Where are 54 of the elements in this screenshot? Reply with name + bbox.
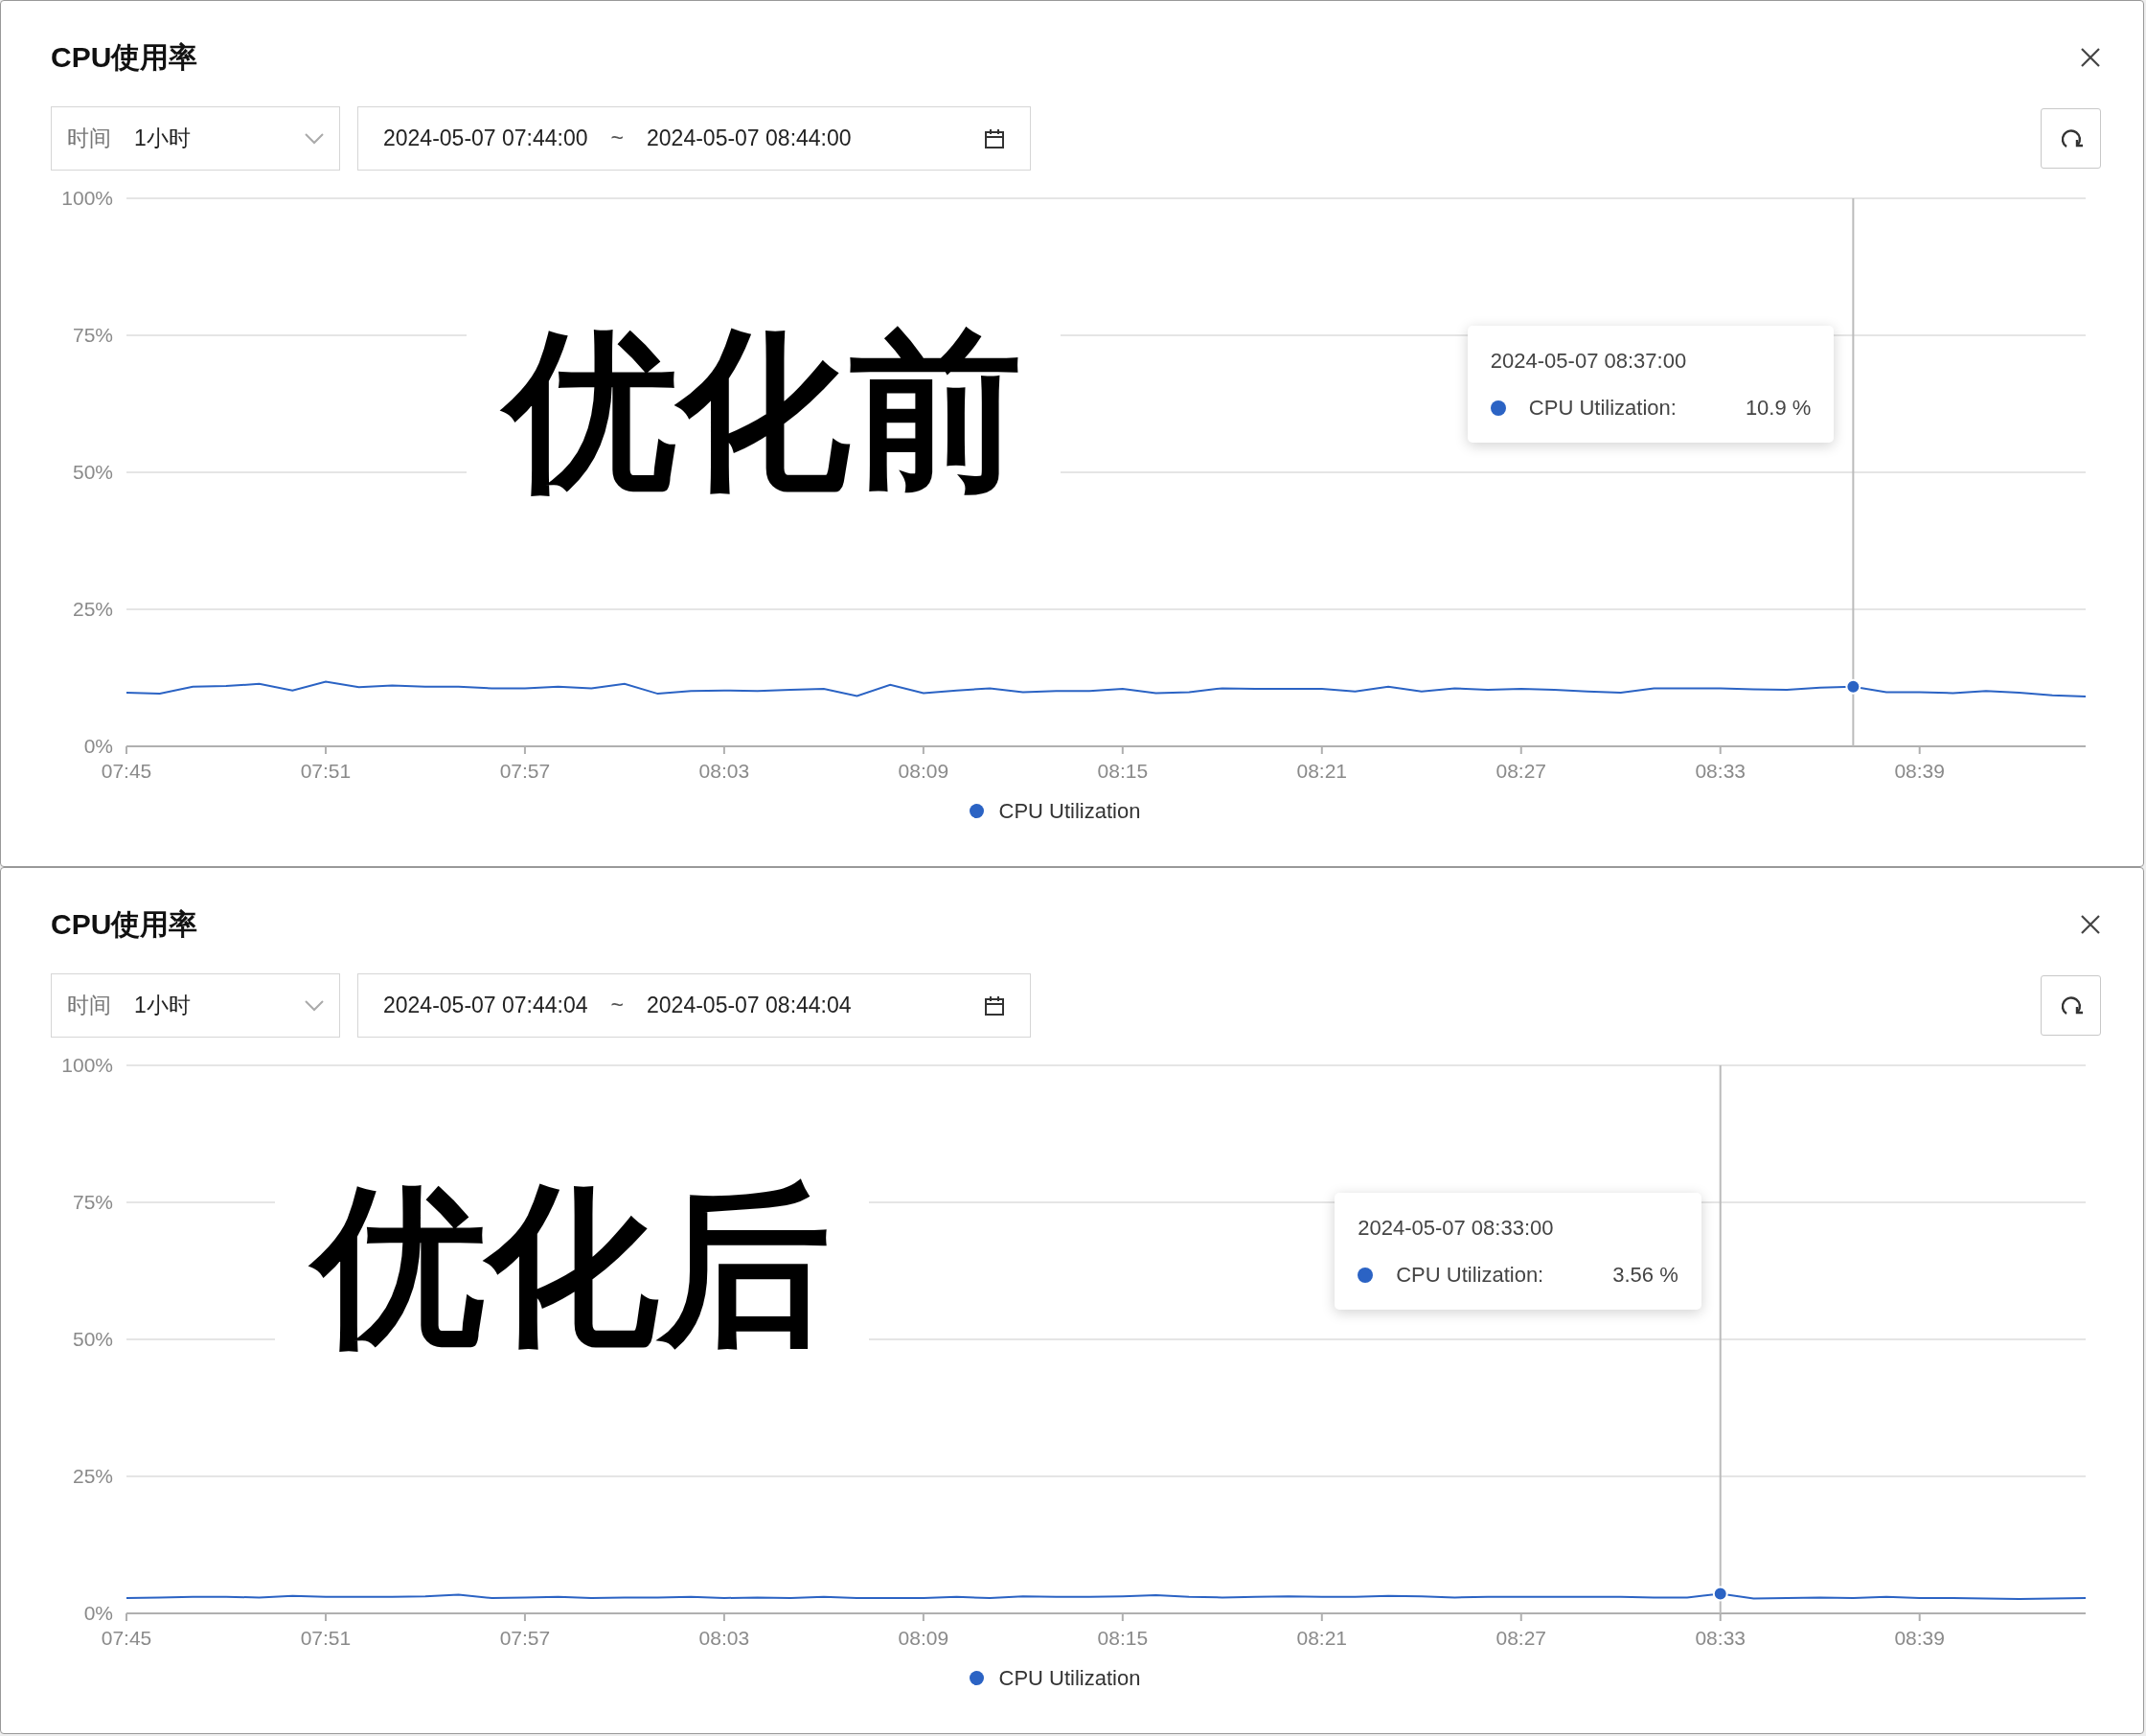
- axis-label: 08:03: [698, 1627, 750, 1649]
- axis-label: 08:33: [1695, 760, 1746, 782]
- legend-label: CPU Utilization: [998, 1665, 1141, 1692]
- close-icon: [2080, 47, 2101, 68]
- chevron-down-icon: [305, 999, 324, 1012]
- axis-label: 07:57: [499, 1627, 551, 1649]
- legend-label: CPU Utilization: [998, 798, 1141, 825]
- axis-label: 50%: [72, 1328, 113, 1350]
- axis-label: 50%: [72, 461, 113, 483]
- refresh-button[interactable]: [2041, 108, 2101, 169]
- tooltip-label: CPU Utilization:: [1396, 1262, 1544, 1289]
- dialog-title: CPU使用率: [51, 40, 198, 75]
- data-point: [1712, 1586, 1728, 1602]
- axis-label: 25%: [72, 1465, 113, 1487]
- axis-label: 08:09: [898, 760, 949, 782]
- dialog-title: CPU使用率: [51, 907, 198, 942]
- tooltip-time: 2024-05-07 08:37:00: [1490, 348, 1688, 375]
- axis-label: 07:45: [101, 1627, 152, 1649]
- time-range-select[interactable]: 时间 1小时: [51, 106, 340, 171]
- axis-label: 75%: [72, 324, 113, 346]
- tooltip-value: 3.56 %: [1612, 1262, 1678, 1289]
- calendar-icon: [984, 994, 1005, 1016]
- axis-label: 08:03: [698, 760, 750, 782]
- axis-label: 07:45: [101, 760, 152, 782]
- axis-label: 100%: [61, 187, 113, 209]
- time-range-select[interactable]: 时间 1小时: [51, 973, 340, 1038]
- axis-label: 08:21: [1296, 760, 1348, 782]
- axis-label: 08:27: [1495, 1627, 1547, 1649]
- axis-label: 25%: [72, 598, 113, 620]
- date-range-field[interactable]: 2024-05-07 07:44:00 ~ 2024-05-07 08:44:00: [357, 106, 1031, 171]
- axis-label: 08:15: [1097, 1627, 1149, 1649]
- axis-label: 100%: [61, 1054, 113, 1076]
- refresh-button[interactable]: [2041, 975, 2101, 1036]
- axis-label: 08:27: [1495, 760, 1547, 782]
- axis-label: 08:21: [1296, 1627, 1348, 1649]
- axis-label: 0%: [83, 735, 113, 757]
- tooltip-value: 10.9 %: [1745, 395, 1812, 422]
- axis-label: 08:39: [1894, 760, 1945, 782]
- axis-label: 08:15: [1097, 760, 1149, 782]
- axis-label: 07:51: [300, 760, 352, 782]
- data-point: [1845, 678, 1861, 695]
- axis-label: 08:09: [898, 1627, 949, 1649]
- axis-label: 07:57: [499, 760, 551, 782]
- tooltip-label: CPU Utilization:: [1528, 395, 1677, 422]
- axis-label: 0%: [83, 1602, 113, 1624]
- chevron-down-icon: [305, 132, 324, 145]
- calendar-icon: [984, 127, 1005, 149]
- axis-label: 08:39: [1894, 1627, 1945, 1649]
- close-icon: [2080, 914, 2101, 935]
- date-range-field[interactable]: 2024-05-07 07:44:04 ~ 2024-05-07 08:44:04: [357, 973, 1031, 1038]
- tooltip-time: 2024-05-07 08:33:00: [1358, 1215, 1555, 1242]
- axis-label: 75%: [72, 1191, 113, 1213]
- axis-label: 08:33: [1695, 1627, 1746, 1649]
- axis-label: 07:51: [300, 1627, 352, 1649]
